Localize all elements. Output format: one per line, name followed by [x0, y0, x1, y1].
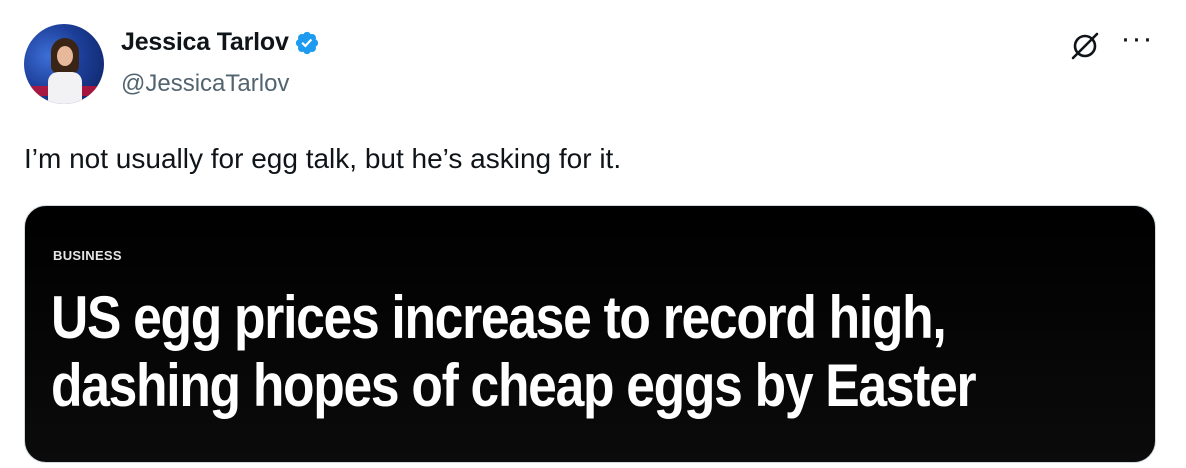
grok-icon[interactable] — [1068, 28, 1102, 62]
more-icon[interactable]: ··· — [1118, 24, 1156, 58]
headline-line-2: dashing hopes of cheap eggs by Easter — [51, 352, 977, 419]
display-name[interactable]: Jessica Tarlov — [121, 28, 289, 57]
tweet[interactable]: Jessica Tarlov @JessicaTarlov ··· I’m no… — [0, 0, 1186, 468]
tweet-text: I’m not usually for egg talk, but he’s a… — [24, 143, 622, 174]
media-headline: US egg prices increase to record high, d… — [51, 284, 988, 420]
headline-line-1: US egg prices increase to record high, — [51, 284, 947, 351]
avatar-figure — [48, 38, 82, 104]
author-name-row: Jessica Tarlov — [121, 28, 320, 57]
avatar[interactable] — [24, 24, 104, 104]
media-kicker: BUSINESS — [53, 248, 122, 263]
author-handle[interactable]: @JessicaTarlov — [121, 70, 289, 98]
verified-badge-icon[interactable] — [294, 30, 320, 56]
media-card[interactable]: BUSINESS US egg prices increase to recor… — [24, 205, 1156, 463]
